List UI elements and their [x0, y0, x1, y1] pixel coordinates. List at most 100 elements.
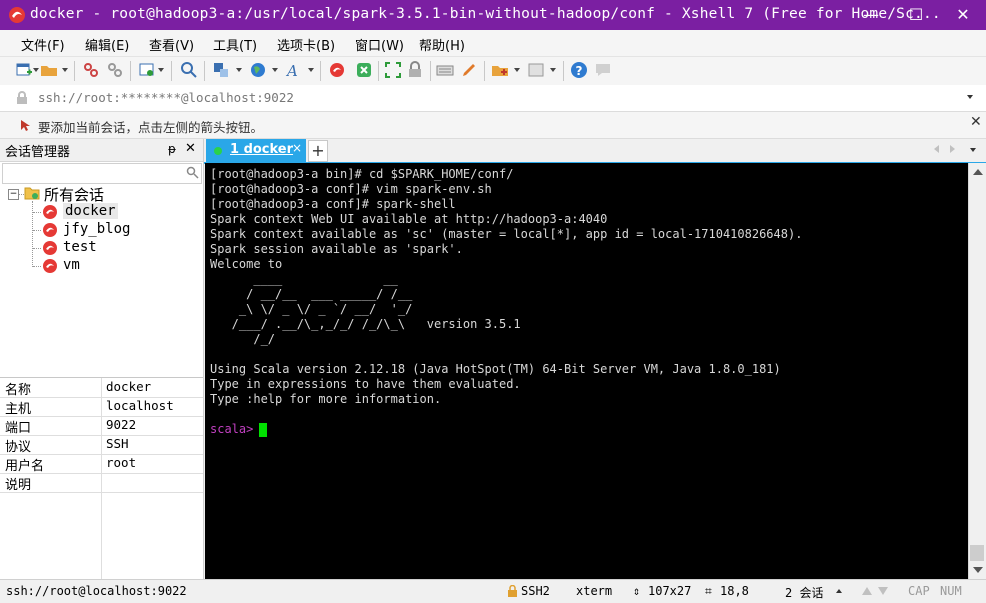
status-terminal-type: xterm: [576, 584, 613, 598]
folder-add-icon[interactable]: [491, 61, 509, 79]
add-session-arrow-icon[interactable]: [18, 118, 32, 132]
pin-icon[interactable]: ᵽ: [168, 142, 176, 156]
chevron-up-icon[interactable]: [836, 589, 842, 593]
help-icon[interactable]: ?: [570, 61, 588, 79]
tab-close-button[interactable]: ×: [292, 141, 302, 155]
num-lock-indicator: NUM: [940, 584, 962, 598]
menu-help[interactable]: 帮助(H): [419, 35, 465, 54]
xshell-icon[interactable]: [328, 61, 346, 79]
close-panel-button[interactable]: ✕: [185, 141, 196, 156]
menu-window[interactable]: 窗口(W): [355, 35, 404, 54]
session-item-jfy-blog[interactable]: jfy_blog: [63, 221, 130, 237]
property-key: 端口: [5, 421, 32, 436]
property-row: 名称 docker: [0, 378, 203, 398]
close-window-button[interactable]: ✕: [940, 0, 986, 30]
disconnect-icon[interactable]: [106, 61, 124, 79]
lock-icon: [17, 91, 27, 104]
xftp-icon[interactable]: [355, 61, 373, 79]
session-icon: [43, 259, 57, 273]
tab-docker[interactable]: 1 docker ×: [206, 139, 306, 162]
search-icon[interactable]: [186, 166, 199, 179]
layout-icon[interactable]: [212, 61, 230, 79]
session-item-test[interactable]: test: [63, 239, 97, 255]
property-value: SSH: [106, 436, 129, 451]
terminal-text: [root@hadoop3-a bin]# cd $SPARK_HOME/con…: [210, 167, 803, 406]
tree-connector: [33, 230, 41, 231]
fullscreen-icon[interactable]: [384, 61, 402, 79]
chat-icon[interactable]: [594, 61, 612, 79]
status-protocol: SSH2: [521, 584, 550, 598]
search-icon[interactable]: [180, 61, 198, 79]
scroll-tabs-right-icon[interactable]: [950, 145, 955, 153]
lock-icon[interactable]: [406, 61, 424, 79]
tree-root-all-sessions[interactable]: 所有会话: [44, 184, 104, 205]
chevron-down-icon[interactable]: [308, 68, 314, 72]
property-value: docker: [106, 379, 152, 394]
close-icon[interactable]: ✕: [970, 114, 982, 130]
property-key: 主机: [5, 402, 32, 417]
terminal-cursor: [259, 423, 267, 437]
chevron-down-icon[interactable]: [514, 68, 520, 72]
session-manager-header: 会话管理器 ᵽ ✕: [0, 139, 203, 162]
maximize-button[interactable]: ☐: [893, 0, 939, 30]
new-tab-button[interactable]: +: [308, 140, 328, 162]
window-layout-icon[interactable]: [527, 61, 545, 79]
chevron-down-icon[interactable]: [33, 68, 39, 72]
session-icon: [43, 241, 57, 255]
status-cursor-position: 18,8: [720, 584, 749, 598]
connected-status-icon: [214, 147, 222, 155]
scroll-down-icon[interactable]: [973, 567, 983, 573]
info-message: 要添加当前会话，点击左侧的箭头按钮。: [38, 120, 264, 135]
menu-tabs[interactable]: 选项卡(B): [277, 35, 335, 54]
menu-tools[interactable]: 工具(T): [213, 35, 257, 54]
menu-view[interactable]: 查看(V): [149, 35, 194, 54]
scroll-tabs-left-icon[interactable]: [934, 145, 939, 153]
scroll-up-icon[interactable]: [973, 169, 983, 175]
chevron-down-icon[interactable]: [236, 68, 242, 72]
menu-file[interactable]: 文件(F): [21, 35, 65, 54]
svg-text:A: A: [285, 62, 298, 79]
property-row: 说明: [0, 473, 203, 493]
keyboard-icon[interactable]: [436, 61, 454, 79]
chevron-down-icon[interactable]: [158, 68, 164, 72]
font-icon[interactable]: A: [285, 61, 303, 79]
tab-label[interactable]: 1 docker: [230, 142, 293, 157]
toolbar-divider: [171, 61, 172, 81]
minimize-button[interactable]: —: [848, 0, 894, 30]
chevron-down-icon[interactable]: [967, 95, 973, 99]
open-folder-icon[interactable]: [40, 61, 58, 79]
xshell-logo-icon: [9, 7, 25, 23]
status-terminal-size: 107x27: [648, 584, 692, 598]
address-input[interactable]: ssh://root:********@localhost:9022: [38, 90, 294, 105]
property-row: 协议 SSH: [0, 435, 203, 455]
property-value: 9022: [106, 417, 137, 432]
caps-lock-indicator: CAP: [908, 584, 930, 598]
properties-icon[interactable]: [138, 61, 156, 79]
status-session-count[interactable]: 2 会话: [785, 584, 823, 601]
terminal-output[interactable]: [root@hadoop3-a bin]# cd $SPARK_HOME/con…: [205, 163, 968, 579]
menu-bar: 文件(F) 编辑(E) 查看(V) 工具(T) 选项卡(B) 窗口(W) 帮助(…: [0, 30, 986, 57]
new-session-icon[interactable]: [15, 61, 33, 79]
session-search-input[interactable]: [2, 163, 202, 184]
folder-icon: [24, 187, 40, 200]
connect-icon[interactable]: [82, 61, 100, 79]
globe-icon[interactable]: [249, 61, 267, 79]
session-manager-title: 会话管理器: [5, 145, 71, 160]
menu-edit[interactable]: 编辑(E): [85, 35, 129, 54]
window-title: docker - root@hadoop3-a:/usr/local/spark…: [30, 6, 941, 22]
terminal-scrollbar[interactable]: [968, 163, 986, 579]
scrollbar-thumb[interactable]: [970, 545, 984, 561]
session-item-docker[interactable]: docker: [63, 203, 118, 219]
toolbar-divider: [130, 61, 131, 81]
collapse-toggle-icon[interactable]: −: [8, 189, 19, 200]
highlight-icon[interactable]: [460, 61, 478, 79]
tree-connector: [32, 201, 33, 267]
chevron-down-icon[interactable]: [62, 68, 68, 72]
session-item-vm[interactable]: vm: [63, 257, 80, 273]
tab-list-chevron-down-icon[interactable]: [970, 148, 976, 152]
chevron-down-icon[interactable]: [272, 68, 278, 72]
chevron-down-icon[interactable]: [550, 68, 556, 72]
address-bar[interactable]: ssh://root:********@localhost:9022: [0, 85, 986, 112]
property-value: root: [106, 455, 137, 470]
title-bar: docker - root@hadoop3-a:/usr/local/spark…: [0, 0, 986, 30]
